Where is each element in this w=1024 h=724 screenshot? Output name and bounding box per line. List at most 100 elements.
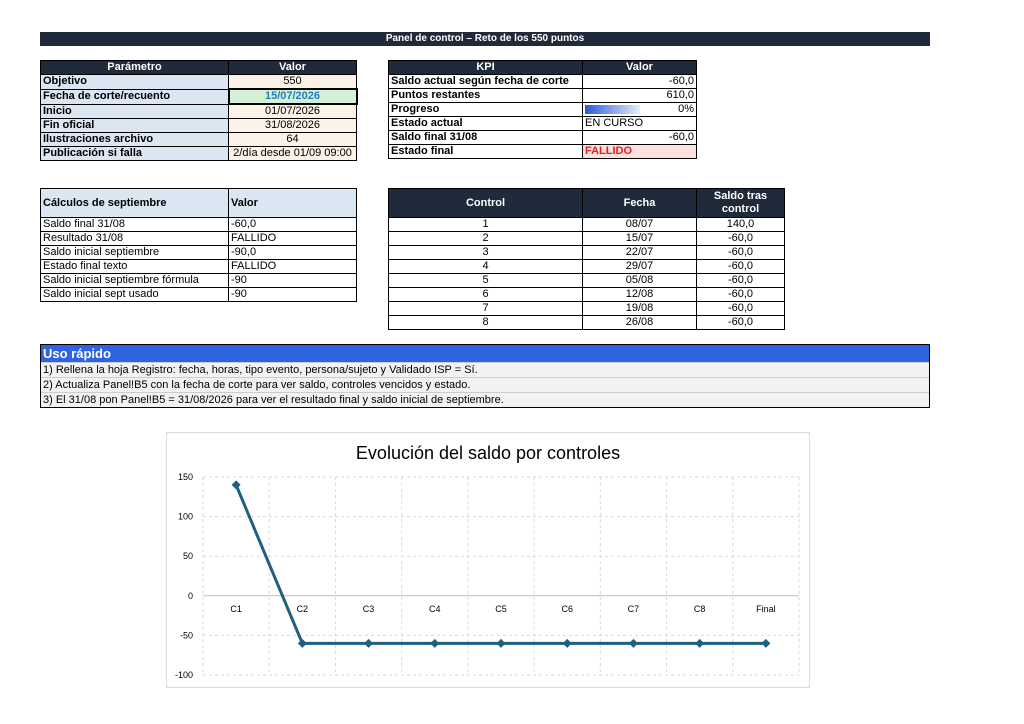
data-point [231,480,241,490]
x-tick-label: C2 [297,604,309,614]
control-balance[interactable]: -60,0 [696,315,785,330]
control-number[interactable]: 3 [388,245,583,260]
param-value[interactable]: 01/07/2026 [228,103,357,119]
table-row: Saldo final 31/08 -60,0 [40,217,357,232]
progress-value: 0% [678,103,694,116]
instruction-line: 3) El 31/08 pon Panel!B5 = 31/08/2026 pa… [41,392,929,407]
table-row: 4 29/07 -60,0 [388,259,785,274]
x-tick-label: C5 [495,604,507,614]
control-number[interactable]: 4 [388,259,583,274]
progress-cell[interactable]: 0% [582,102,697,117]
control-date[interactable]: 29/07 [582,259,697,274]
sept-value[interactable]: FALLIDO [228,231,357,246]
dashboard-title: Panel de control – Reto de los 550 punto… [40,32,930,46]
param-value[interactable]: 2/día desde 01/09 09:00 [228,146,357,161]
september-calcs-table: Cálculos de septiembre Valor Saldo final… [40,188,357,302]
table-row: Objetivo 550 [40,74,357,90]
status-value[interactable]: EN CURSO [582,116,697,131]
table-row: Estado final texto FALLIDO [40,259,357,274]
quick-usage-title: Uso rápido [41,345,929,362]
series-line [234,484,766,645]
control-date[interactable]: 05/08 [582,273,697,288]
x-tick-label: C4 [429,604,441,614]
cutoff-date-cell[interactable]: 15/07/2026 [227,88,358,105]
data-point [761,638,771,648]
param-value[interactable]: 550 [228,74,357,90]
sept-label: Saldo inicial septiembre [40,245,229,260]
control-number[interactable]: 1 [388,217,583,232]
control-number[interactable]: 2 [388,231,583,246]
param-header: Parámetro [40,60,229,75]
data-point [695,638,705,648]
sept-value[interactable]: FALLIDO [228,259,357,274]
sept-value[interactable]: -90 [228,273,357,288]
parameters-table: Parámetro Valor Objetivo 550 Fecha de co… [40,60,358,161]
kpi-value-header: Valor [582,60,697,75]
control-date[interactable]: 15/07 [582,231,697,246]
value-header: Valor [228,60,357,75]
control-header: Control [388,188,583,218]
chart-title: Evolución del saldo por controles [356,443,620,463]
kpi-header: KPI [388,60,583,75]
sept-label: Estado final texto [40,259,229,274]
param-label: Inicio [40,103,229,119]
control-balance[interactable]: -60,0 [696,301,785,316]
sept-value[interactable]: -60,0 [228,217,357,232]
table-row: Ilustraciones archivo 64 [40,132,357,147]
sept-label: Saldo inicial septiembre fórmula [40,273,229,288]
kpi-label: Puntos restantes [388,88,583,103]
kpi-label: Progreso [388,102,583,117]
param-label: Objetivo [40,74,229,90]
kpi-value[interactable]: 610,0 [582,88,697,103]
control-number[interactable]: 6 [388,287,583,302]
x-tick-label: C6 [561,604,573,614]
control-date[interactable]: 19/08 [582,301,697,316]
param-label: Ilustraciones archivo [40,132,229,147]
data-point [562,638,572,648]
param-value[interactable]: 64 [228,132,357,147]
control-balance[interactable]: -60,0 [696,245,785,260]
table-row: Saldo inicial septiembre -90,0 [40,245,357,260]
control-balance[interactable]: -60,0 [696,273,785,288]
control-number[interactable]: 5 [388,273,583,288]
table-row: Estado actual EN CURSO [388,116,697,131]
table-row: 6 12/08 -60,0 [388,287,785,302]
control-number[interactable]: 8 [388,315,583,330]
y-tick-label: -100 [175,670,193,680]
table-row: Saldo final 31/08 -60,0 [388,130,697,145]
data-point [496,638,506,648]
instruction-line: 1) Rellena la hoja Registro: fecha, hora… [41,362,929,377]
y-tick-label: -50 [180,630,193,640]
control-balance[interactable]: -60,0 [696,259,785,274]
data-point [430,638,440,648]
control-date[interactable]: 22/07 [582,245,697,260]
progress-bar [585,105,640,114]
control-balance[interactable]: -60,0 [696,231,785,246]
param-value[interactable]: 31/08/2026 [228,118,357,133]
y-tick-label: 150 [178,472,193,482]
balance-header: Saldo tras control [696,188,785,218]
x-tick-label: C7 [628,604,640,614]
x-tick-label: Final [756,604,776,614]
x-tick-label: C1 [230,604,242,614]
sept-value[interactable]: -90 [228,287,357,302]
x-tick-label: C3 [363,604,375,614]
kpi-value[interactable]: -60,0 [582,130,697,145]
sept-value[interactable]: -90,0 [228,245,357,260]
quick-usage-panel: Uso rápido 1) Rellena la hoja Registro: … [40,344,930,408]
kpi-label: Estado final [388,144,583,159]
final-status-badge[interactable]: FALLIDO [582,144,697,159]
y-tick-label: 100 [178,512,193,522]
table-row: 7 19/08 -60,0 [388,301,785,316]
balance-chart[interactable]: Evolución del saldo por controles 150 100 5… [166,432,810,688]
control-date[interactable]: 12/08 [582,287,697,302]
table-row: Resultado 31/08 FALLIDO [40,231,357,246]
control-number[interactable]: 7 [388,301,583,316]
control-date[interactable]: 08/07 [582,217,697,232]
table-row: Estado final FALLIDO [388,144,697,159]
data-point [628,638,638,648]
control-balance[interactable]: -60,0 [696,287,785,302]
kpi-value[interactable]: -60,0 [582,74,697,89]
control-balance[interactable]: 140,0 [696,217,785,232]
control-date[interactable]: 26/08 [582,315,697,330]
